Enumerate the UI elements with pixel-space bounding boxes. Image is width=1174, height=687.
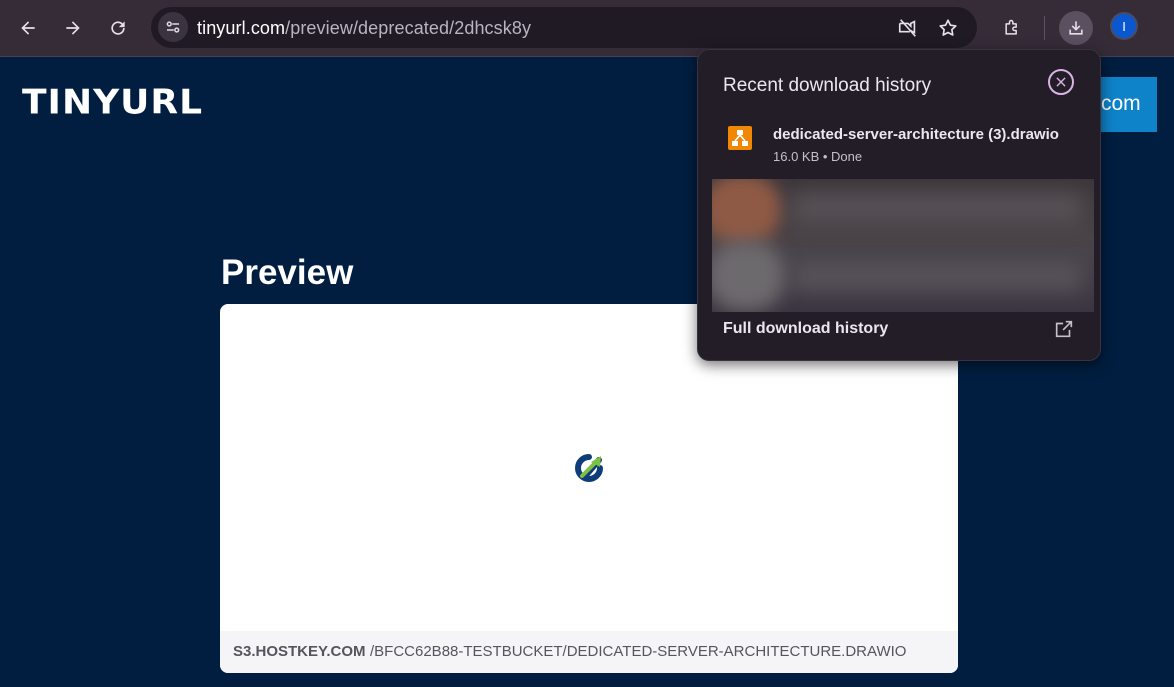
tinyurl-logo[interactable]: TINYURL xyxy=(22,83,203,122)
site-info-button[interactable] xyxy=(158,12,188,42)
arrow-left-icon xyxy=(21,21,35,35)
drawio-icon xyxy=(728,126,752,150)
back-button[interactable] xyxy=(11,11,45,45)
page-title: Preview xyxy=(221,253,354,292)
extensions-button[interactable] xyxy=(995,11,1029,45)
close-icon xyxy=(1056,77,1066,87)
arrow-right-icon xyxy=(66,21,80,35)
open-external-icon[interactable] xyxy=(1053,318,1075,340)
url-text[interactable]: tinyurl.com/preview/deprecated/2dhcsk8y xyxy=(197,18,531,39)
reload-icon xyxy=(111,21,125,35)
profile-avatar[interactable]: I xyxy=(1112,14,1136,38)
tinyurl-link-icon xyxy=(575,454,603,482)
url-host: tinyurl.com xyxy=(197,18,286,38)
bubble-title: Recent download history xyxy=(723,75,932,96)
url-path: /preview/deprecated/2dhcsk8y xyxy=(285,18,532,38)
close-button[interactable] xyxy=(1048,69,1074,95)
blurred-download-items xyxy=(712,179,1094,312)
cta-label: com xyxy=(1101,92,1141,115)
preview-url-footer: S3.HOSTKEY.COM /BFCC62B88-TESTBUCKET/DED… xyxy=(220,631,958,673)
tune-icon xyxy=(166,21,180,33)
footer-path: /BFCC62B88-TESTBUCKET/DEDICATED-SERVER-A… xyxy=(370,643,907,660)
forward-button[interactable] xyxy=(56,11,90,45)
footer-host: S3.HOSTKEY.COM xyxy=(233,643,366,660)
puzzle-icon xyxy=(1005,19,1017,35)
download-file-name[interactable]: dedicated-server-architecture (3).drawio xyxy=(773,126,1059,143)
download-bubble: Recent download history dedicated-server… xyxy=(697,49,1101,361)
downloads-button[interactable] xyxy=(1059,11,1093,45)
cta-button[interactable]: com xyxy=(1096,77,1157,132)
camera-off-icon[interactable] xyxy=(897,17,919,39)
address-bar[interactable]: tinyurl.com/preview/deprecated/2dhcsk8y xyxy=(151,7,977,48)
download-file-meta: 16.0 KB • Done xyxy=(773,149,863,164)
reload-button[interactable] xyxy=(101,11,135,45)
full-download-history-link[interactable]: Full download history xyxy=(723,320,888,338)
star-icon[interactable] xyxy=(937,17,959,39)
toolbar-separator xyxy=(1044,16,1045,40)
download-icon xyxy=(1069,21,1083,35)
